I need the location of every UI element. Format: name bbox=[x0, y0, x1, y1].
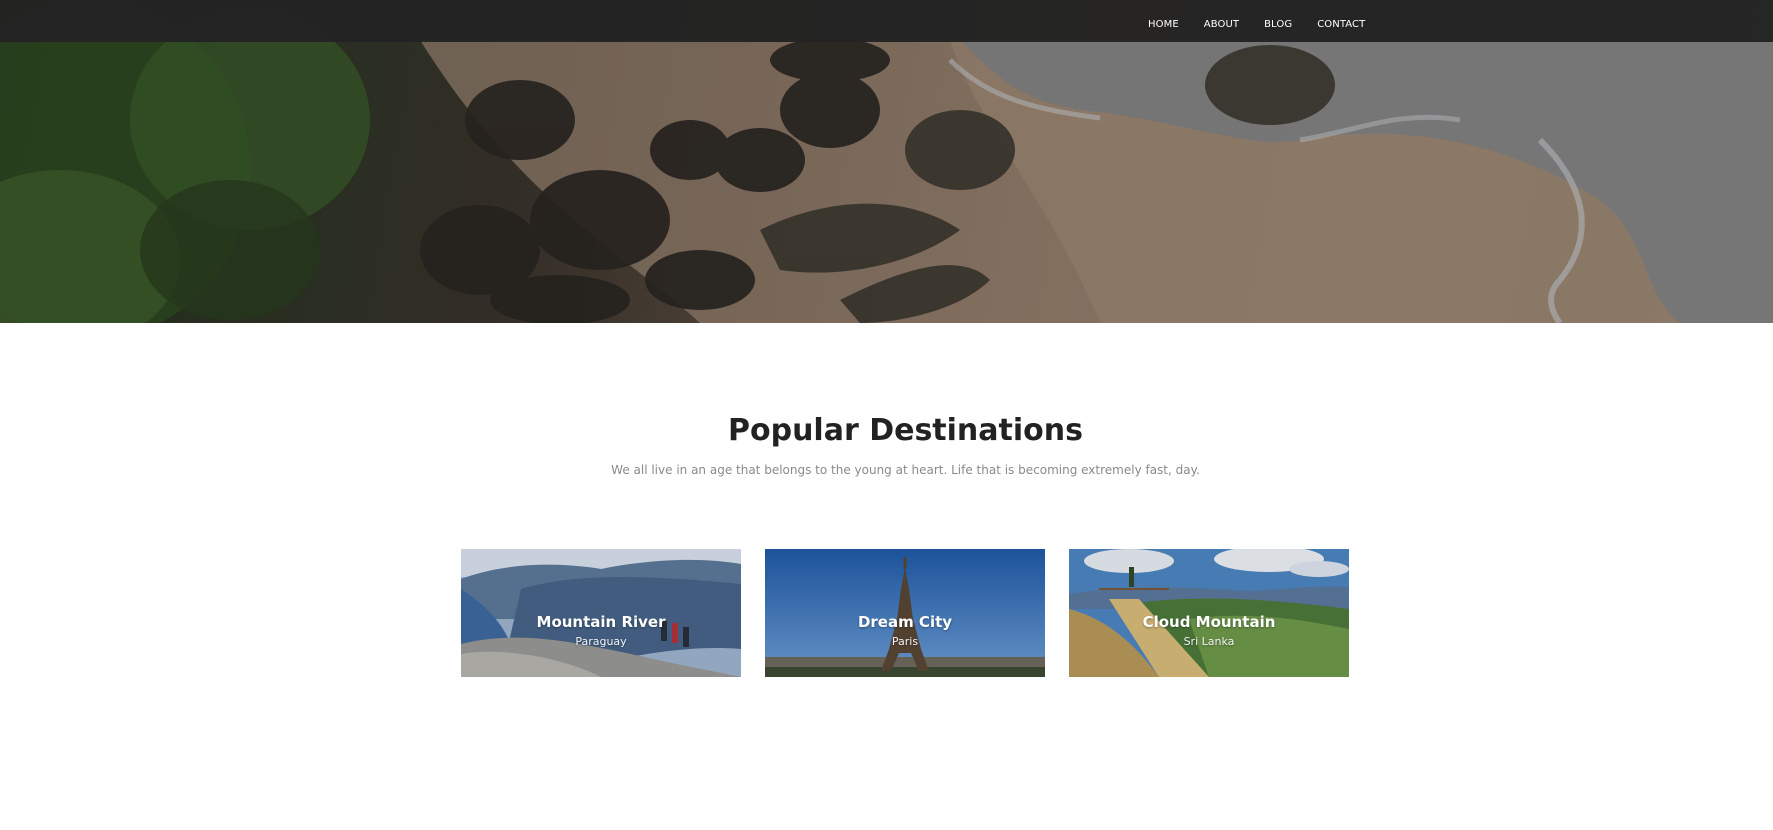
beach-rocks-image bbox=[0, 0, 1773, 323]
destination-card-dream-city[interactable]: Dream City Paris bbox=[765, 549, 1045, 677]
nav-home-link[interactable]: HOME bbox=[1148, 19, 1179, 30]
card-location: Paris bbox=[891, 635, 919, 648]
destination-card-cloud-mountain[interactable]: Cloud Mountain Sri Lanka bbox=[1069, 549, 1349, 677]
card-title: Mountain River bbox=[536, 613, 666, 631]
section-title: Popular Destinations bbox=[728, 413, 1083, 448]
section-subtitle: We all live in an age that belongs to th… bbox=[611, 463, 1200, 477]
nav-blog-link[interactable]: BLOG bbox=[1264, 19, 1292, 30]
hero-banner: HOME ABOUT BLOG CONTACT bbox=[0, 0, 1773, 323]
destination-cards: Mountain River Paraguay Dream City Paris bbox=[461, 549, 1350, 678]
card-location: Paraguay bbox=[575, 635, 627, 648]
card-title: Dream City bbox=[857, 613, 953, 631]
nav-about-link[interactable]: ABOUT bbox=[1204, 19, 1239, 30]
card-title: Cloud Mountain bbox=[1142, 613, 1276, 631]
nav-menu: HOME ABOUT BLOG CONTACT bbox=[1148, 0, 1390, 42]
top-navbar: HOME ABOUT BLOG CONTACT bbox=[0, 0, 1773, 42]
destination-card-mountain-river[interactable]: Mountain River Paraguay bbox=[461, 549, 741, 677]
nav-contact-link[interactable]: CONTACT bbox=[1317, 19, 1365, 30]
card-location: Sri Lanka bbox=[1183, 635, 1235, 648]
